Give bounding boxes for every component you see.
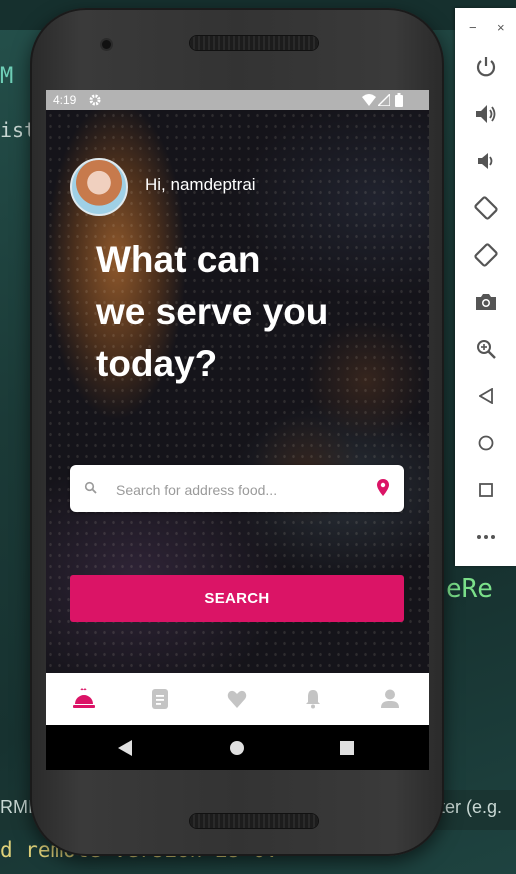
avatar[interactable] <box>70 158 128 216</box>
ide-text-fragment: RMI <box>0 797 33 817</box>
signal-icon <box>378 94 390 106</box>
more-button[interactable] <box>473 524 499 550</box>
headline-line: today? <box>96 343 218 384</box>
profile-icon <box>381 689 399 708</box>
nav-item-favorites[interactable] <box>199 673 275 725</box>
power-icon <box>476 57 496 77</box>
home-circle-icon <box>230 741 244 755</box>
nav-home-button[interactable] <box>226 737 248 759</box>
recents-square-icon <box>340 741 354 755</box>
ide-text-fragment: eRe <box>446 574 493 604</box>
front-camera <box>102 40 111 49</box>
power-button[interactable] <box>473 54 499 80</box>
wifi-icon <box>362 94 376 106</box>
rotate-left-icon <box>474 196 498 220</box>
bottom-navigation <box>46 673 429 725</box>
settings-icon <box>89 94 101 106</box>
search-icon <box>84 481 97 494</box>
hero-section: Hi, namdeptrai What can we serve you tod… <box>46 110 429 673</box>
minimize-button[interactable]: − <box>469 20 477 35</box>
rotate-right-button[interactable] <box>473 242 499 268</box>
greeting-text: Hi, namdeptrai <box>145 175 256 194</box>
headline-line: What can <box>96 239 261 280</box>
nav-item-profile[interactable] <box>352 673 428 725</box>
overview-icon <box>479 483 493 497</box>
home-dish-icon <box>73 688 95 708</box>
top-speaker <box>190 36 318 50</box>
back-button[interactable] <box>473 383 499 409</box>
close-button[interactable]: × <box>497 20 505 35</box>
nav-item-home[interactable] <box>46 673 122 725</box>
back-icon <box>479 388 493 404</box>
status-time: 4:19 <box>53 93 77 107</box>
search-button[interactable]: SEARCH <box>70 575 404 622</box>
more-icon <box>477 535 495 539</box>
notifications-icon <box>306 690 320 709</box>
favorites-icon <box>227 690 247 708</box>
emulator-window-controls: − × <box>455 8 516 48</box>
home-button[interactable] <box>473 430 499 456</box>
zoom-button[interactable] <box>473 336 499 362</box>
headline: What can we serve you today? <box>96 234 396 390</box>
ide-text-fragment: ter (e.g. <box>440 797 503 817</box>
nav-back-button[interactable] <box>114 737 136 759</box>
volume-up-button[interactable] <box>473 101 499 127</box>
emulator-toolbar: − × <box>455 8 516 566</box>
headline-line: we serve you <box>96 291 329 332</box>
nav-recents-button[interactable] <box>336 737 358 759</box>
search-input[interactable] <box>114 465 368 514</box>
nav-item-orders[interactable] <box>122 673 198 725</box>
orders-icon <box>152 689 168 709</box>
search-box[interactable] <box>70 465 404 514</box>
ide-text-fragment: M <box>0 64 14 89</box>
rotate-right-icon <box>474 243 498 267</box>
rotate-left-button[interactable] <box>473 195 499 221</box>
battery-icon <box>395 93 403 107</box>
system-navigation-bar <box>46 725 429 770</box>
volume-down-icon <box>478 153 493 169</box>
overview-button[interactable] <box>473 477 499 503</box>
location-pin-icon[interactable] <box>376 479 390 497</box>
bottom-speaker <box>190 814 318 828</box>
camera-icon <box>476 294 496 310</box>
back-triangle-icon <box>118 740 132 756</box>
screenshot-button[interactable] <box>473 289 499 315</box>
nav-item-notifications[interactable] <box>275 673 351 725</box>
device-screen: 4:19 Hi, namdeptrai What can we serve yo… <box>46 90 429 770</box>
home-icon <box>478 435 494 451</box>
status-bar: 4:19 <box>46 90 429 110</box>
volume-up-icon <box>476 105 496 123</box>
volume-down-button[interactable] <box>473 148 499 174</box>
zoom-icon <box>477 340 496 359</box>
